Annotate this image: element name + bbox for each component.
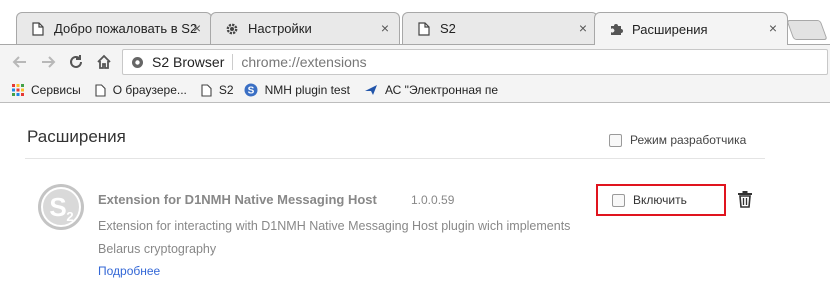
tab-s2[interactable]: S2 ×: [402, 12, 598, 44]
omnibox-separator: [232, 54, 234, 70]
page-title: Расширения: [27, 127, 126, 146]
back-button[interactable]: [9, 51, 31, 73]
page-icon: [417, 21, 431, 36]
developer-mode-toggle[interactable]: Режим разработчика: [609, 133, 746, 147]
tab-welcome[interactable]: Добро пожаловать в S2 ×: [16, 12, 212, 44]
bookmark-label: S2: [218, 83, 234, 97]
close-icon[interactable]: ×: [193, 20, 201, 36]
bookmark-label: Сервисы: [31, 83, 81, 97]
site-label: S2 Browser: [152, 54, 225, 70]
bookmark-services[interactable]: Сервисы: [12, 83, 81, 97]
trash-icon[interactable]: [737, 190, 753, 208]
bookmark-label: О браузере...: [112, 83, 187, 97]
bookmark-nmh-plugin-test[interactable]: S NMH plugin test: [244, 83, 350, 97]
apps-grid-icon: [12, 84, 24, 96]
tab-label: S2: [440, 21, 456, 36]
close-icon[interactable]: ×: [769, 20, 777, 36]
description-line: Belarus cryptography: [98, 242, 217, 256]
puzzle-icon: [609, 22, 623, 36]
svg-text:S: S: [247, 86, 254, 97]
page-icon: [95, 83, 106, 97]
home-button[interactable]: [93, 51, 115, 73]
tab-label: Расширения: [632, 21, 708, 37]
s-logo-icon: S: [244, 83, 258, 97]
enable-toggle[interactable]: Включить: [596, 184, 726, 216]
bookmark-about[interactable]: О браузере...: [95, 83, 187, 97]
site-info-icon[interactable]: [131, 56, 144, 69]
home-icon: [97, 54, 111, 69]
bookmarks-bar: Сервисы О браузере... S2 S NMH plugin te…: [0, 78, 830, 103]
svg-text:2: 2: [66, 209, 73, 224]
tab-label: Настройки: [248, 21, 312, 36]
svg-text:S: S: [49, 192, 66, 222]
extension-description: Extension for interacting with D1NMH Nat…: [98, 215, 598, 261]
bookmark-s2[interactable]: S2: [201, 83, 234, 97]
description-line: Extension for interacting with D1NMH Nat…: [98, 219, 571, 233]
extensions-page: Расширения Режим разработчика S 2 Extens…: [0, 104, 830, 308]
page-icon: [31, 21, 45, 36]
extension-logo: S 2: [37, 183, 85, 231]
tab-settings[interactable]: Настройки ×: [210, 12, 400, 44]
developer-mode-label: Режим разработчика: [630, 133, 747, 147]
new-tab-button[interactable]: [786, 20, 828, 40]
enable-checkbox[interactable]: [612, 193, 625, 207]
toolbar: S2 Browser chrome://extensions: [0, 44, 830, 78]
details-link[interactable]: Подробнее: [98, 264, 160, 278]
enable-label: Включить: [633, 193, 687, 207]
reload-icon: [70, 55, 82, 68]
developer-mode-checkbox[interactable]: [609, 133, 622, 147]
page-icon: [201, 83, 212, 97]
close-icon[interactable]: ×: [579, 20, 587, 36]
address-bar[interactable]: S2 Browser chrome://extensions: [122, 49, 828, 75]
url-text[interactable]: chrome://extensions: [241, 54, 366, 70]
gear-icon: [225, 22, 239, 36]
bookmark-as-electronic[interactable]: АС "Электронная пе: [364, 83, 498, 97]
tab-label: Добро пожаловать в S2: [54, 21, 198, 36]
plane-icon: [364, 84, 378, 96]
tab-extensions[interactable]: Расширения ×: [594, 12, 788, 45]
header-divider: [25, 158, 765, 159]
extension-name: Extension for D1NMH Native Messaging Hos…: [98, 192, 377, 207]
close-icon[interactable]: ×: [381, 20, 389, 36]
bookmark-label: АС "Электронная пе: [384, 83, 498, 97]
back-arrow-icon: [12, 56, 26, 68]
tab-strip: Добро пожаловать в S2 × Настройки × S2 ×…: [0, 0, 830, 45]
bookmark-label: NMH plugin test: [264, 83, 350, 97]
forward-arrow-icon: [42, 56, 56, 68]
extension-version: 1.0.0.59: [411, 193, 455, 207]
reload-button[interactable]: [65, 51, 87, 73]
forward-button[interactable]: [37, 51, 59, 73]
